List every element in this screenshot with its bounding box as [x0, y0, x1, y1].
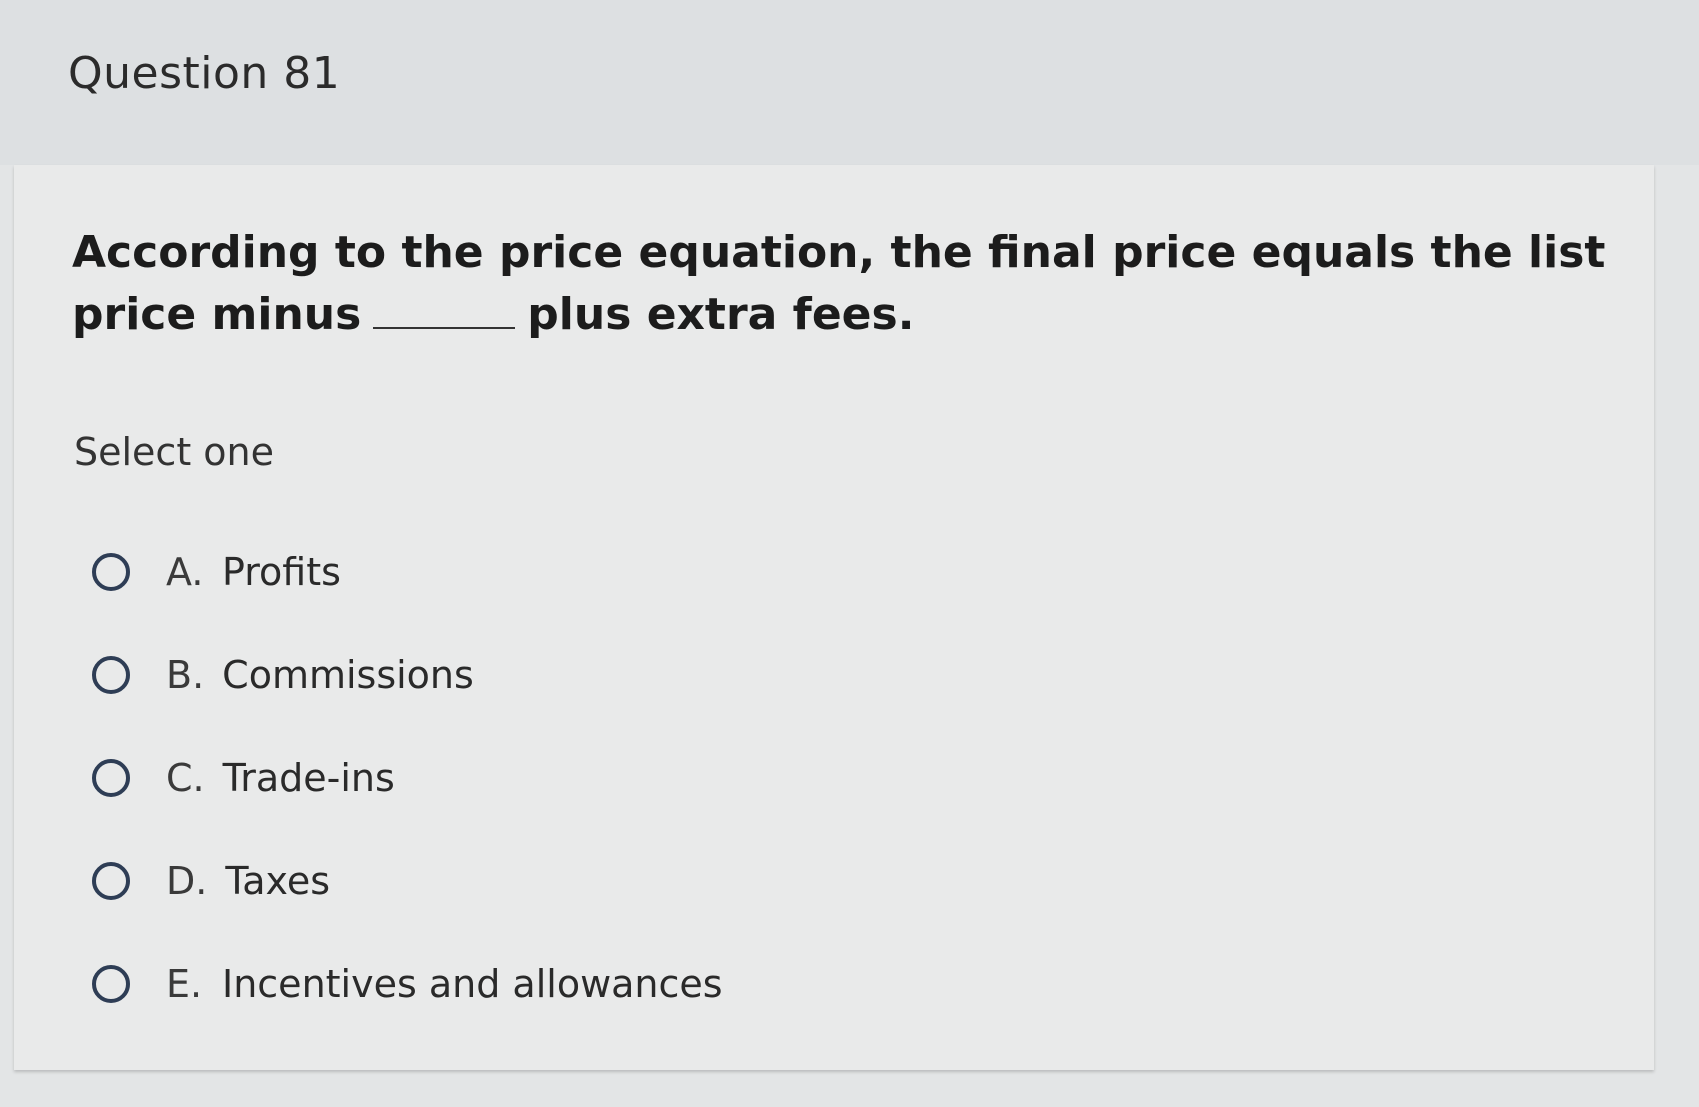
prompt-text-after: plus extra fees.	[527, 289, 915, 340]
option-letter: C.	[166, 755, 205, 800]
option-letter: E.	[166, 961, 203, 1006]
select-one-instruction: Select one	[74, 430, 275, 474]
answer-blank	[373, 297, 516, 329]
option-c[interactable]: C. Trade-ins	[92, 726, 723, 829]
option-label[interactable]: Profits	[222, 550, 341, 594]
option-d[interactable]: D. Taxes	[92, 829, 723, 932]
answer-options: A. Profits B. Commissions C. Trade-ins D…	[92, 520, 723, 1035]
question-prompt: According to the price equation, the fin…	[72, 222, 1632, 346]
option-letter: B.	[166, 652, 205, 697]
option-a[interactable]: A. Profits	[92, 520, 723, 623]
option-label[interactable]: Commissions	[222, 653, 474, 697]
radio-button-c[interactable]	[92, 758, 130, 797]
option-letter: D.	[166, 858, 208, 903]
radio-button-b[interactable]	[92, 655, 130, 694]
question-header: Question 81	[0, 0, 1699, 165]
radio-button-a[interactable]	[92, 552, 130, 591]
option-label[interactable]: Trade-ins	[223, 756, 395, 800]
option-letter: A.	[166, 549, 204, 594]
option-label[interactable]: Incentives and allowances	[222, 962, 723, 1006]
radio-button-e[interactable]	[92, 964, 130, 1003]
option-label[interactable]: Taxes	[225, 859, 330, 903]
question-title: Question 81	[68, 48, 341, 99]
radio-button-d[interactable]	[92, 861, 130, 900]
option-e[interactable]: E. Incentives and allowances	[92, 932, 723, 1035]
option-b[interactable]: B. Commissions	[92, 623, 723, 726]
